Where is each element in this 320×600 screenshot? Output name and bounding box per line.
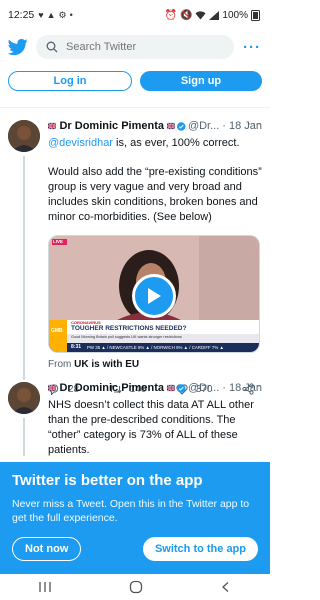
author-name[interactable]: Dr Dominic Pimenta — [59, 382, 164, 394]
wifi-icon — [195, 10, 206, 19]
uk-flag-icon — [48, 384, 57, 392]
tweet-header: Dr Dominic Pimenta @Dr... · 18 Jan — [48, 380, 262, 396]
avatar[interactable] — [8, 120, 40, 152]
separator-dot: · — [222, 120, 226, 132]
top-header: ··· — [0, 30, 270, 64]
play-button[interactable] — [132, 274, 176, 318]
avatar-image — [8, 120, 40, 152]
thread-line — [23, 418, 25, 456]
verified-badge-icon — [177, 383, 186, 393]
tweet-text: @devisridhar is, as ever, 100% correct. … — [48, 136, 262, 225]
from-label: From — [48, 359, 72, 370]
signup-button[interactable]: Sign up — [140, 71, 262, 91]
back-icon[interactable] — [220, 581, 232, 593]
auth-bar: Log in Sign up — [0, 64, 270, 108]
uk-flag-icon — [167, 384, 176, 392]
settings-icon: ⚙ — [58, 9, 67, 20]
video-thumbnail[interactable]: LIVE CORONAVIRUS TOUGHER RESTRICTIONS NE… — [48, 235, 260, 353]
ticker-time: 8:31 — [71, 344, 82, 350]
mention-link[interactable]: @devisridhar — [48, 137, 113, 149]
verified-badge-icon — [177, 121, 186, 131]
system-navigation-bar — [0, 574, 270, 600]
status-bar: 12:25 ♥ ▲ ⚙ • ⏰ 🔇 100% — [0, 0, 270, 30]
tweet-text-paragraph: Would also add the “pre-existing conditi… — [48, 166, 262, 223]
author-handle[interactable]: @Dr... — [188, 382, 219, 394]
heart-icon: ♥ — [38, 10, 44, 20]
status-right: ⏰ 🔇 100% — [164, 9, 260, 21]
twitter-bird-icon[interactable] — [8, 37, 28, 57]
tweet-text-paragraph: NHS doesn’t collect this data AT ALL oth… — [48, 399, 254, 456]
ticker-text: PW 35 ▲ / NEWCASTLE 8% ▲ / NORWICH 6% ▲ … — [87, 344, 224, 350]
notification-icons: ♥ ▲ ⚙ • — [38, 10, 73, 21]
caption-sub: Good Morning Britain poll suggests UK wa… — [71, 335, 182, 339]
more-dots-icon[interactable]: ··· — [242, 37, 262, 57]
banner-buttons: Not now Switch to the app — [12, 537, 258, 561]
banner-description: Never miss a Tweet. Open this in the Twi… — [12, 498, 250, 524]
recent-apps-icon[interactable] — [38, 581, 52, 593]
tweet-text: NHS doesn’t collect this data AT ALL oth… — [48, 398, 262, 458]
search-input[interactable] — [66, 41, 224, 53]
status-time: 12:25 — [8, 9, 35, 21]
home-icon[interactable] — [129, 580, 143, 594]
play-icon — [148, 288, 161, 304]
author-name[interactable]: Dr Dominic Pimenta — [59, 120, 164, 132]
channel-logo: GMB — [51, 328, 63, 334]
caption-title: TOUGHER RESTRICTIONS NEEDED? — [71, 325, 187, 332]
banner-title: Twitter is better on the app — [12, 472, 203, 489]
avatar[interactable] — [8, 382, 40, 414]
tweet[interactable]: Dr Dominic Pimenta @Dr... · 18 Jan ··· @… — [0, 108, 270, 395]
signal-icon — [209, 10, 220, 20]
separator-dot: · — [222, 382, 226, 394]
thread-line — [23, 156, 25, 370]
tweet-more-icon[interactable]: ··· — [247, 378, 262, 392]
tweet-header: Dr Dominic Pimenta @Dr... · 18 Jan — [48, 118, 262, 134]
avatar-image — [8, 382, 40, 414]
tweet-more-icon[interactable]: ··· — [247, 116, 262, 130]
dot-icon: • — [69, 10, 73, 20]
search-bar[interactable] — [36, 35, 234, 59]
notification-icon: ▲ — [46, 10, 56, 20]
switch-to-app-button[interactable]: Switch to the app — [142, 537, 258, 561]
battery-percent: 100% — [222, 9, 248, 21]
battery-icon — [251, 9, 260, 21]
alarm-icon: ⏰ — [164, 9, 177, 21]
thread-line — [23, 370, 25, 380]
search-icon — [46, 41, 58, 53]
mute-icon: 🔇 — [179, 9, 193, 21]
live-badge: LIVE — [53, 239, 64, 244]
app-promo-banner: Twitter is better on the app Never miss … — [0, 462, 270, 574]
video-source: From UK is with EU — [48, 359, 262, 370]
status-left: 12:25 ♥ ▲ ⚙ • — [8, 9, 73, 21]
not-now-button[interactable]: Not now — [12, 537, 82, 561]
uk-flag-icon — [48, 122, 57, 130]
uk-flag-icon — [167, 122, 176, 130]
source-link[interactable]: UK is with EU — [74, 359, 139, 370]
author-handle[interactable]: @Dr... — [188, 120, 219, 132]
tweet[interactable]: Dr Dominic Pimenta @Dr... · 18 Jan ··· N… — [0, 370, 270, 483]
login-button[interactable]: Log in — [8, 71, 132, 91]
tweet-text-line: is, as ever, 100% correct. — [112, 137, 240, 149]
